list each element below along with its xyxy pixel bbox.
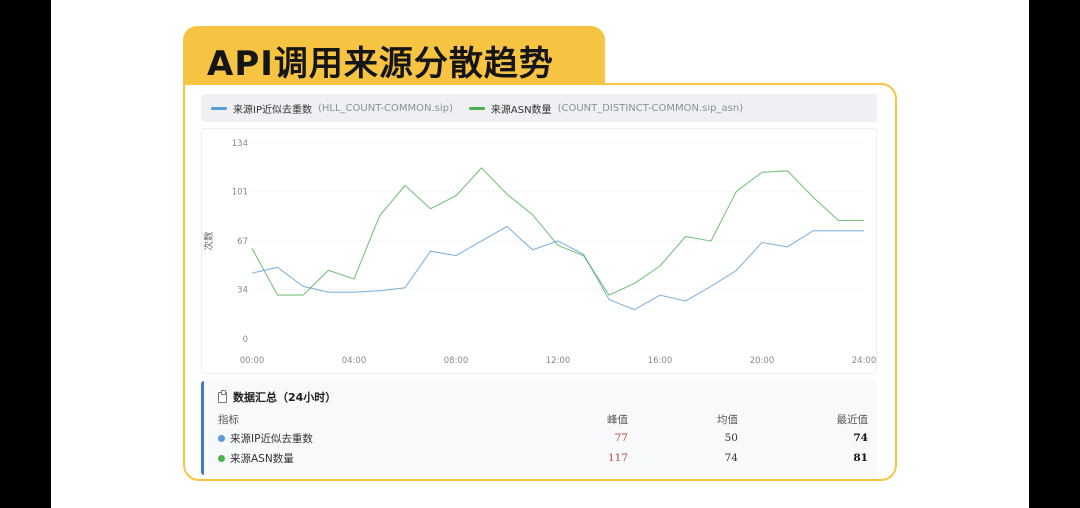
table-row: 来源ASN数量 117 74 81 xyxy=(218,448,868,468)
header-latest: 最近值 xyxy=(836,414,869,426)
y-tick-label: 101 xyxy=(232,187,248,197)
header-peak: 峰值 xyxy=(607,414,628,426)
table-row: 来源IP近似去重数 77 50 74 xyxy=(218,428,868,448)
series-dot-asn xyxy=(218,454,225,462)
y-tick-label: 0 xyxy=(243,335,248,345)
series-line-asn xyxy=(251,167,864,296)
x-tick-label: 16:00 xyxy=(648,356,673,366)
chart-legend: 来源IP近似去重数 (HLL_COUNT-COMMON.sip) 来源ASN数量… xyxy=(201,94,877,122)
header-avg: 均值 xyxy=(717,414,738,426)
row-name-cell: 来源IP近似去重数 xyxy=(218,428,518,448)
legend-sub-asn: (COUNT_DISTINCT-COMMON.sip_asn) xyxy=(557,102,744,114)
legend-label-ip: 来源IP近似去重数 xyxy=(233,104,312,116)
row-peak: 77 xyxy=(614,432,628,444)
y-tick-label: 34 xyxy=(237,285,248,295)
row-latest: 74 xyxy=(853,432,868,444)
row-latest: 81 xyxy=(853,452,868,464)
row-name: 来源ASN数量 xyxy=(230,452,294,465)
x-tick-label: 08:00 xyxy=(444,356,469,366)
x-tick-label: 12:00 xyxy=(546,356,571,366)
y-axis-label: 次数 xyxy=(203,231,215,251)
y-tick-label: 134 xyxy=(232,139,248,149)
plot-area: 0 34 67 101 134 00:00 04:00 08:00 12:00 16:00 20:0… xyxy=(201,128,877,374)
summary-title-text: 数据汇总（24小时） xyxy=(233,391,337,404)
x-tick-label: 20:00 xyxy=(750,356,775,366)
legend-item-asn[interactable]: 来源ASN数量 (COUNT_DISTINCT-COMMON.sip_asn) xyxy=(468,101,744,116)
legend-swatch-ip xyxy=(211,106,227,110)
row-avg: 74 xyxy=(724,452,738,464)
legend-label-asn: 来源ASN数量 xyxy=(490,104,552,116)
summary-header-row: 指标 峰值 均值 最近值 xyxy=(218,411,868,428)
row-avg: 50 xyxy=(724,432,738,444)
summary-panel: 数据汇总（24小时） 指标 峰值 均值 最近值 来源IP近似去重数 77 50 … xyxy=(201,381,877,475)
chart-card: 来源IP近似去重数 (HLL_COUNT-COMMON.sip) 来源ASN数量… xyxy=(183,83,897,481)
line-chart: 0 34 67 101 134 00:00 04:00 08:00 12:00 16:00 20:0… xyxy=(203,139,877,366)
row-name-cell: 来源ASN数量 xyxy=(218,448,518,468)
row-peak: 117 xyxy=(607,452,628,464)
series-line-ip xyxy=(251,225,864,311)
summary-title: 数据汇总（24小时） xyxy=(218,389,336,405)
page-title: API调用来源分散趋势 xyxy=(207,44,554,84)
x-tick-label: 04:00 xyxy=(342,356,367,366)
clipboard-icon xyxy=(218,389,227,403)
y-tick-label: 67 xyxy=(237,237,248,247)
row-name: 来源IP近似去重数 xyxy=(230,432,313,445)
legend-swatch-asn xyxy=(468,106,485,110)
summary-table: 指标 峰值 均值 最近值 来源IP近似去重数 77 50 74 来源ASN数量 … xyxy=(218,411,868,468)
legend-sub-ip: (HLL_COUNT-COMMON.sip) xyxy=(317,102,453,114)
x-tick-label: 24:00 xyxy=(852,356,877,366)
series-dot-ip xyxy=(218,434,225,442)
header-metric: 指标 xyxy=(218,414,239,426)
title-tab: API调用来源分散趋势 xyxy=(183,26,605,88)
x-tick-label: 00:00 xyxy=(240,356,265,366)
slide-canvas: API调用来源分散趋势 来源IP近似去重数 (HLL_COUNT-COMMON.… xyxy=(51,0,1029,508)
legend-item-ip[interactable]: 来源IP近似去重数 (HLL_COUNT-COMMON.sip) xyxy=(211,101,453,116)
